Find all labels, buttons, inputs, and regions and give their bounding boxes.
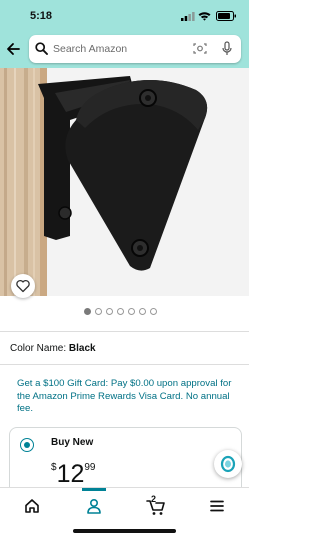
cellular-signal-icon [181,12,195,21]
page-dot[interactable] [84,308,91,315]
search-input[interactable]: Search Amazon [53,43,127,55]
active-tab-indicator [82,488,106,491]
microphone-icon[interactable] [222,41,232,56]
divider [0,364,249,365]
credit-card-promo-link[interactable]: Get a $100 Gift Card: Pay $0.00 upon app… [17,378,239,416]
status-time: 5:18 [30,10,53,22]
page-dot[interactable] [117,308,124,315]
page-dot[interactable] [150,308,157,315]
product-photo [0,68,249,296]
battery-icon [216,11,236,21]
price: $1299 [51,460,96,488]
page-dot[interactable] [128,308,135,315]
cart-count: 2 [151,494,157,504]
page-dot[interactable] [95,308,102,315]
divider [0,331,249,332]
search-box[interactable]: Search Amazon [29,35,241,63]
color-selection: Color Name: Black [10,343,96,354]
rufus-assistant-button[interactable] [214,450,242,478]
image-pager[interactable] [84,308,157,316]
wifi-icon [198,12,211,21]
status-bar: 5:18 [0,0,249,32]
product-image[interactable] [0,68,249,296]
price-fraction: 99 [84,462,96,473]
page-dot[interactable] [106,308,113,315]
search-icon [35,42,48,55]
search-header: Search Amazon [0,32,249,68]
profile-icon[interactable] [86,498,102,514]
color-label: Color Name: [10,343,67,354]
bottom-navigation: 2 [0,487,249,542]
home-indicator [73,529,176,533]
page-dot[interactable] [139,308,146,315]
back-arrow-icon[interactable] [5,41,21,57]
wishlist-button[interactable] [11,274,35,298]
assistant-icon [220,455,236,473]
home-icon[interactable] [24,498,40,514]
price-whole: 12 [56,460,85,488]
buy-new-radio[interactable] [20,438,34,452]
price-symbol: $ [51,462,57,473]
buy-new-label: Buy New [51,437,94,448]
color-value: Black [68,343,96,354]
menu-icon[interactable] [209,498,225,514]
camera-search-icon[interactable] [193,42,207,55]
heart-icon [16,279,30,293]
